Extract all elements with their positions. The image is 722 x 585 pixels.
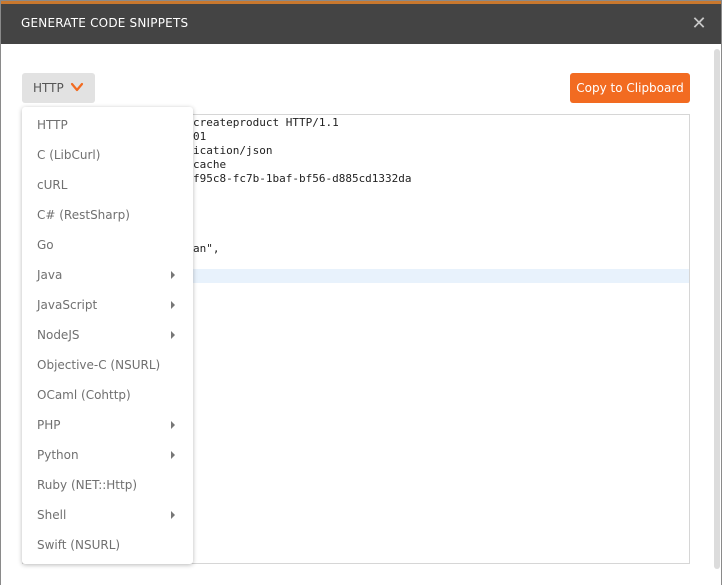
code-line: ication/json bbox=[193, 144, 273, 157]
menu-item-http[interactable]: HTTP bbox=[22, 110, 193, 140]
code-line: 01 bbox=[193, 130, 207, 143]
menu-item-label: HTTP bbox=[37, 118, 68, 132]
menu-item-label: C# (RestSharp) bbox=[37, 208, 130, 222]
menu-item-ruby[interactable]: Ruby (NET::Http) bbox=[22, 470, 193, 500]
language-select-value: HTTP bbox=[33, 81, 64, 95]
code-line: an", bbox=[193, 242, 220, 255]
caret-right-icon bbox=[171, 271, 175, 279]
menu-item-label: cURL bbox=[37, 178, 68, 192]
language-dropdown-menu: HTTP C (LibCurl) cURL C# (RestSharp) Go … bbox=[22, 107, 193, 564]
menu-item-label: JavaScript bbox=[37, 298, 98, 312]
menu-item-label: C (LibCurl) bbox=[37, 148, 101, 162]
modal-scrollbar[interactable] bbox=[714, 49, 720, 569]
language-select[interactable]: HTTP bbox=[22, 73, 95, 103]
menu-item-label: NodeJS bbox=[37, 328, 80, 342]
code-line: createproduct HTTP/1.1 bbox=[193, 116, 339, 129]
modal-header: GENERATE CODE SNIPPETS ✕ bbox=[1, 4, 721, 44]
code-line: f95c8-fc7b-1baf-bf56-d885cd1332da bbox=[193, 172, 412, 185]
chevron-down-icon bbox=[70, 82, 84, 92]
caret-right-icon bbox=[171, 331, 175, 339]
generate-code-snippets-modal: GENERATE CODE SNIPPETS ✕ HTTP Copy to Cl… bbox=[1, 1, 721, 585]
menu-item-label: Ruby (NET::Http) bbox=[37, 478, 138, 492]
menu-item-objective-c[interactable]: Objective-C (NSURL) bbox=[22, 350, 193, 380]
menu-item-javascript[interactable]: JavaScript bbox=[22, 290, 193, 320]
menu-item-swift[interactable]: Swift (NSURL) bbox=[22, 530, 193, 560]
menu-item-shell[interactable]: Shell bbox=[22, 500, 193, 530]
caret-right-icon bbox=[171, 451, 175, 459]
menu-item-label: Go bbox=[37, 238, 54, 252]
menu-item-csharp-restsharp[interactable]: C# (RestSharp) bbox=[22, 200, 193, 230]
menu-item-nodejs[interactable]: NodeJS bbox=[22, 320, 193, 350]
menu-item-label: OCaml (Cohttp) bbox=[37, 388, 131, 402]
modal-title: GENERATE CODE SNIPPETS bbox=[21, 16, 189, 30]
menu-item-ocaml[interactable]: OCaml (Cohttp) bbox=[22, 380, 193, 410]
caret-right-icon bbox=[171, 511, 175, 519]
menu-item-curl[interactable]: cURL bbox=[22, 170, 193, 200]
menu-item-php[interactable]: PHP bbox=[22, 410, 193, 440]
menu-item-label: Java bbox=[37, 268, 63, 282]
caret-right-icon bbox=[171, 421, 175, 429]
close-icon[interactable]: ✕ bbox=[689, 10, 709, 38]
menu-item-label: Swift (NSURL) bbox=[37, 538, 121, 552]
menu-item-go[interactable]: Go bbox=[22, 230, 193, 260]
menu-item-label: Shell bbox=[37, 508, 67, 522]
code-line: cache bbox=[193, 158, 227, 171]
menu-item-python[interactable]: Python bbox=[22, 440, 193, 470]
menu-item-label: Objective-C (NSURL) bbox=[37, 358, 161, 372]
copy-to-clipboard-button[interactable]: Copy to Clipboard bbox=[570, 73, 690, 103]
menu-item-label: PHP bbox=[37, 418, 61, 432]
menu-item-c-libcurl[interactable]: C (LibCurl) bbox=[22, 140, 193, 170]
caret-right-icon bbox=[171, 301, 175, 309]
menu-item-label: Python bbox=[37, 448, 79, 462]
menu-item-java[interactable]: Java bbox=[22, 260, 193, 290]
